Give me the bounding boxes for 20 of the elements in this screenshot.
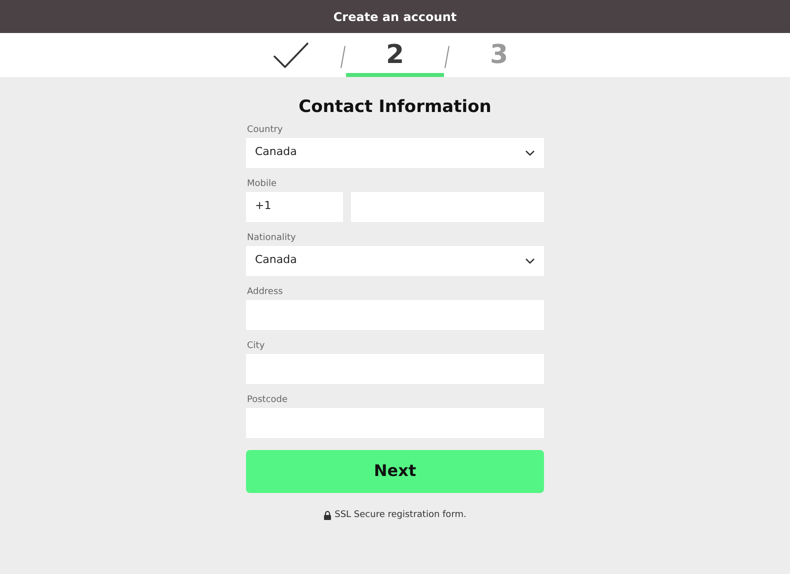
chevron-down-icon: [525, 258, 535, 264]
field-label: Postcode: [247, 394, 289, 406]
field-label: Country: [247, 124, 284, 136]
field-label: Address: [247, 286, 284, 298]
step-separator: [340, 45, 346, 69]
form-title: Contact Information: [298, 96, 492, 119]
step-tab[interactable]: 2: [346, 33, 444, 77]
field-label: City: [247, 340, 266, 352]
field-label: Nationality: [247, 232, 297, 244]
checkmark-icon: [273, 42, 309, 68]
select-field[interactable]: Canada: [246, 138, 544, 168]
select-field[interactable]: Canada: [246, 246, 544, 276]
chevron-down-icon: [525, 150, 535, 156]
field-label: Mobile: [247, 178, 278, 190]
lock-icon: [324, 510, 331, 520]
step-separator: [444, 45, 450, 69]
country-code-field[interactable]: +1: [246, 192, 343, 222]
next-button[interactable]: Next: [246, 450, 544, 492]
page-title: Create an account: [333, 8, 457, 26]
security-note: SSL Secure registration form.: [334, 508, 466, 522]
